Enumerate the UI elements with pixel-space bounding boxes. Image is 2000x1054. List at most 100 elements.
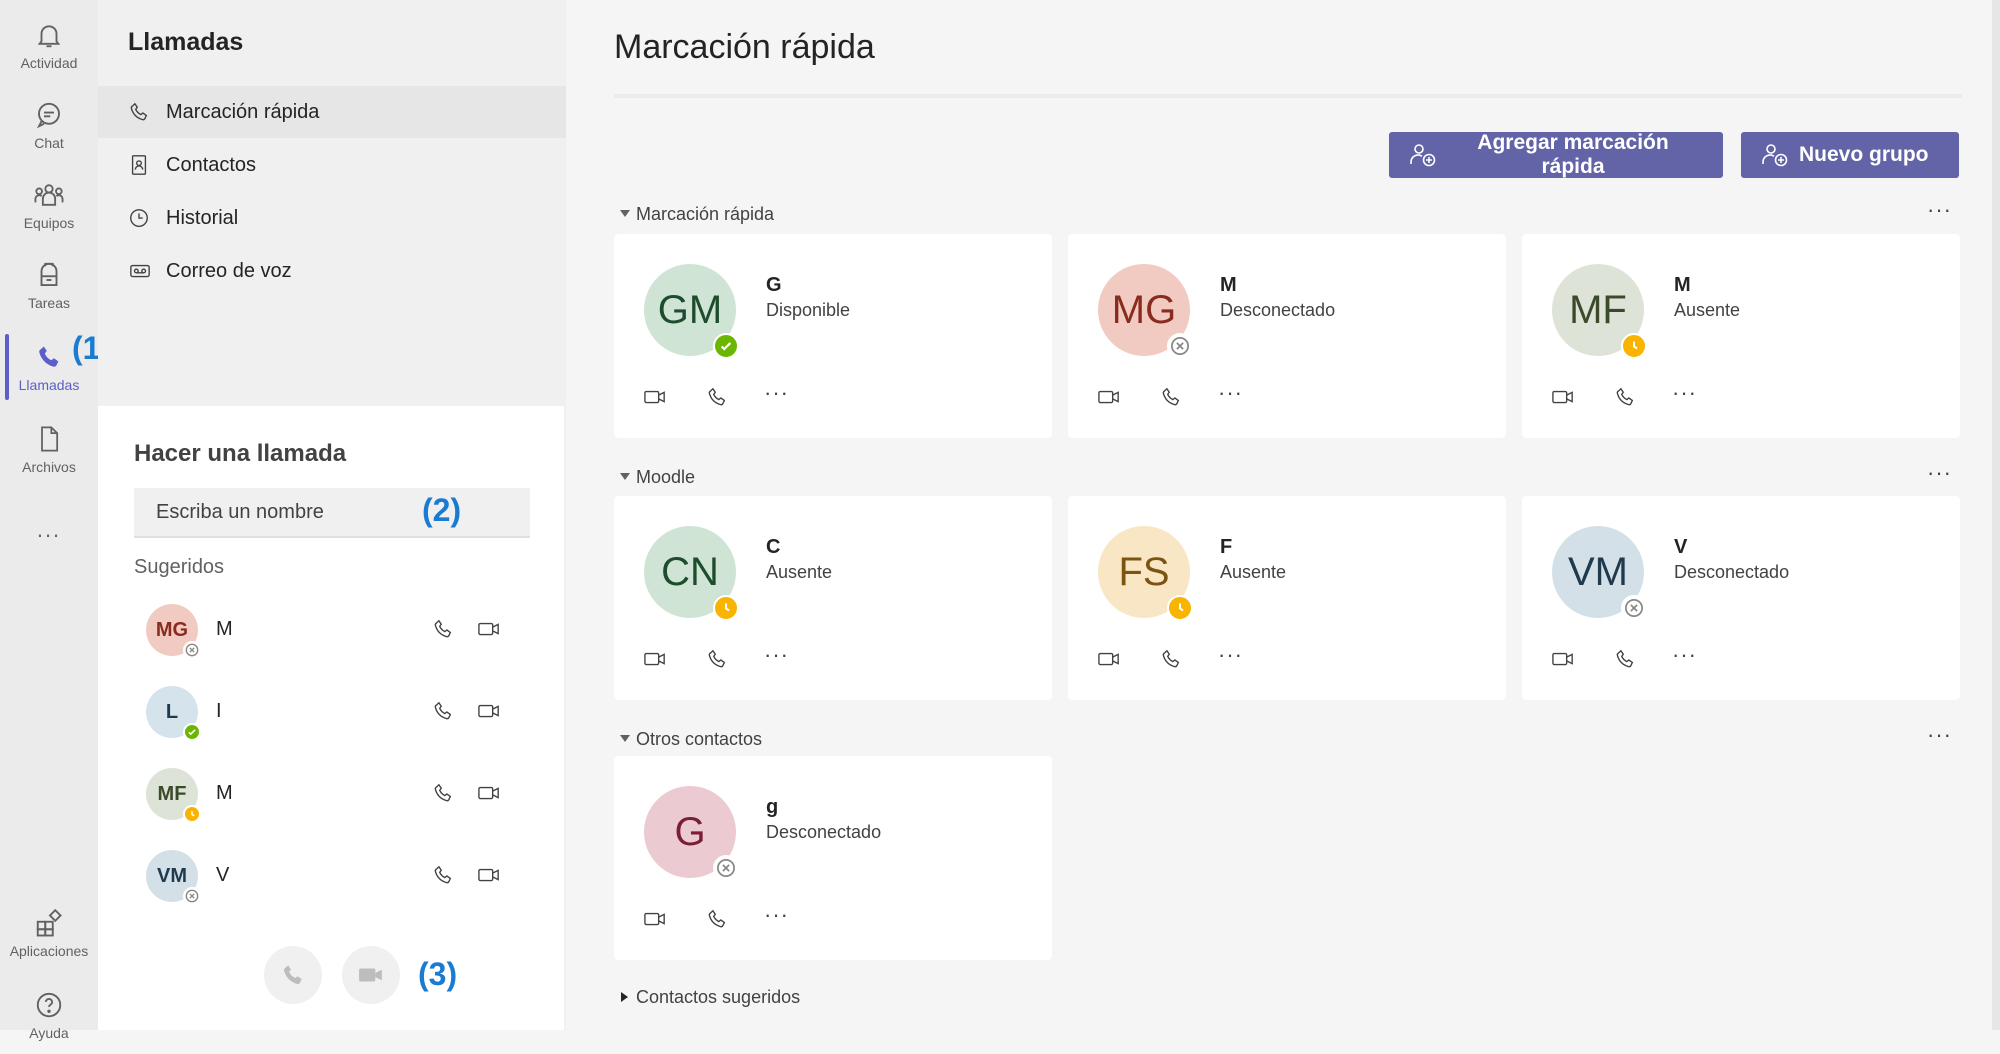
add-speed-dial-button[interactable]: Agregar marcación rápida bbox=[1389, 131, 1723, 178]
card-more-button[interactable]: ··· bbox=[1672, 642, 1697, 668]
audio-call-icon[interactable] bbox=[700, 902, 734, 936]
rail-item-equipos[interactable]: Equipos bbox=[0, 166, 98, 244]
audio-call-icon[interactable] bbox=[1608, 642, 1642, 676]
card-more-button[interactable]: ··· bbox=[1218, 380, 1243, 406]
group-more-button[interactable]: ··· bbox=[1927, 199, 1952, 221]
contact-card-icon bbox=[128, 154, 152, 176]
speed-dial-card[interactable]: MG M Desconectado ··· bbox=[1068, 234, 1506, 438]
suggested-row[interactable]: MF M bbox=[134, 754, 534, 836]
card-more-button[interactable]: ··· bbox=[764, 642, 789, 668]
audio-call-icon[interactable] bbox=[426, 694, 460, 728]
group-header-marcacion-rapida[interactable]: Marcación rápida ··· bbox=[614, 199, 1962, 229]
group-title: Moodle bbox=[636, 466, 696, 487]
audio-call-icon[interactable] bbox=[1154, 380, 1188, 414]
caret-right-icon bbox=[614, 992, 636, 1002]
rail-item-ayuda[interactable]: Ayuda bbox=[0, 976, 98, 1054]
rail-item-actividad[interactable]: Actividad bbox=[0, 6, 98, 84]
avatar-initials: MF bbox=[1569, 287, 1627, 332]
nav-item-historial[interactable]: Historial bbox=[98, 192, 566, 244]
contact-name: V bbox=[1674, 536, 1688, 558]
teams-icon bbox=[33, 180, 65, 210]
rail-item-aplicaciones[interactable]: Aplicaciones bbox=[0, 894, 98, 972]
video-camera-icon bbox=[356, 962, 386, 988]
contact-status: Desconectado bbox=[1220, 300, 1336, 320]
nav-item-correo-de-voz[interactable]: Correo de voz bbox=[98, 245, 566, 297]
clock-icon bbox=[128, 207, 152, 229]
speed-dial-card[interactable]: GM G Disponible ··· bbox=[614, 234, 1052, 438]
audio-call-icon[interactable] bbox=[700, 642, 734, 676]
add-person-icon bbox=[1409, 142, 1437, 168]
video-call-icon[interactable] bbox=[1546, 380, 1580, 414]
audio-call-icon[interactable] bbox=[426, 776, 460, 810]
nav-label: Correo de voz bbox=[166, 259, 292, 282]
audio-call-icon[interactable] bbox=[1154, 642, 1188, 676]
away-status-icon bbox=[713, 595, 739, 621]
video-call-icon[interactable] bbox=[1092, 380, 1126, 414]
card-more-button[interactable]: ··· bbox=[1672, 380, 1697, 406]
avatar-initials: GM bbox=[657, 287, 723, 332]
rail-label: Archivos bbox=[22, 458, 76, 475]
scrollbar[interactable] bbox=[1992, 0, 2000, 1030]
caret-down-icon bbox=[614, 735, 636, 743]
suggested-row[interactable]: MG M bbox=[134, 590, 534, 672]
nav-label: Contactos bbox=[166, 153, 257, 176]
video-call-icon[interactable] bbox=[1092, 642, 1126, 676]
nav-item-marcacion-rapida[interactable]: Marcación rápida bbox=[98, 86, 566, 138]
card-more-button[interactable]: ··· bbox=[764, 902, 789, 928]
speed-dial-card[interactable]: G g Desconectado ··· bbox=[614, 756, 1052, 960]
contact-status: Desconectado bbox=[1674, 562, 1790, 582]
video-call-icon[interactable] bbox=[1546, 642, 1580, 676]
video-call-icon[interactable] bbox=[472, 858, 506, 892]
app-rail: Actividad Chat Equipos Tareas Llamadas A… bbox=[0, 0, 98, 1041]
speed-dial-card[interactable]: MF M Ausente ··· bbox=[1522, 234, 1960, 438]
avatar: VM bbox=[146, 850, 201, 905]
start-audio-call-button[interactable] bbox=[264, 946, 322, 1004]
audio-call-icon[interactable] bbox=[426, 858, 460, 892]
new-group-button[interactable]: Nuevo grupo bbox=[1741, 132, 1959, 178]
audio-call-icon[interactable] bbox=[426, 612, 460, 646]
offline-status-icon bbox=[1167, 333, 1193, 359]
suggested-row[interactable]: L I bbox=[134, 672, 534, 754]
rail-label: Aplicaciones bbox=[9, 942, 89, 959]
backpack-icon bbox=[34, 260, 64, 290]
card-more-button[interactable]: ··· bbox=[764, 380, 789, 406]
group-header-otros-contactos[interactable]: Otros contactos ··· bbox=[614, 724, 1962, 754]
video-call-icon[interactable] bbox=[472, 694, 506, 728]
group-more-button[interactable]: ··· bbox=[1927, 724, 1952, 746]
speed-dial-card[interactable]: CN C Ausente ··· bbox=[614, 496, 1052, 700]
avatar: G bbox=[644, 786, 739, 881]
video-call-icon[interactable] bbox=[638, 642, 672, 676]
card-more-button[interactable]: ··· bbox=[1218, 642, 1243, 668]
video-call-icon[interactable] bbox=[472, 612, 506, 646]
away-status-icon bbox=[1621, 333, 1647, 359]
make-call-title: Hacer una llamada bbox=[134, 440, 347, 467]
group-more-button[interactable]: ··· bbox=[1927, 462, 1952, 484]
video-call-icon[interactable] bbox=[638, 902, 672, 936]
suggested-row[interactable]: VM V bbox=[134, 836, 534, 918]
start-video-call-button[interactable] bbox=[342, 946, 400, 1004]
audio-call-icon[interactable] bbox=[700, 380, 734, 414]
more-apps-button[interactable]: ... bbox=[0, 512, 98, 548]
avatar: MG bbox=[146, 604, 201, 659]
file-icon bbox=[35, 424, 63, 454]
rail-item-chat[interactable]: Chat bbox=[0, 86, 98, 164]
caret-down-icon bbox=[614, 473, 636, 481]
rail-item-archivos[interactable]: Archivos bbox=[0, 410, 98, 488]
group-header-contactos-sugeridos[interactable]: Contactos sugeridos bbox=[614, 982, 1962, 1012]
audio-call-icon[interactable] bbox=[1608, 380, 1642, 414]
group-header-moodle[interactable]: Moodle ··· bbox=[614, 462, 1962, 492]
contact-status: Disponible bbox=[766, 300, 851, 320]
speed-dial-card[interactable]: FS F Ausente ··· bbox=[1068, 496, 1506, 700]
avatar-initials: L bbox=[165, 700, 179, 723]
video-call-icon[interactable] bbox=[638, 380, 672, 414]
name-search-input[interactable] bbox=[134, 488, 530, 538]
avatar: MF bbox=[1552, 264, 1647, 359]
add-speed-dial-label: Agregar marcación rápida bbox=[1477, 131, 1669, 178]
away-status-icon bbox=[1167, 595, 1193, 621]
avatar: GM bbox=[644, 264, 739, 359]
speed-dial-card[interactable]: VM V Desconectado ··· bbox=[1522, 496, 1960, 700]
nav-item-contactos[interactable]: Contactos bbox=[98, 139, 566, 191]
video-call-icon[interactable] bbox=[472, 776, 506, 810]
rail-item-tareas[interactable]: Tareas bbox=[0, 246, 98, 324]
phone-icon bbox=[35, 342, 63, 372]
